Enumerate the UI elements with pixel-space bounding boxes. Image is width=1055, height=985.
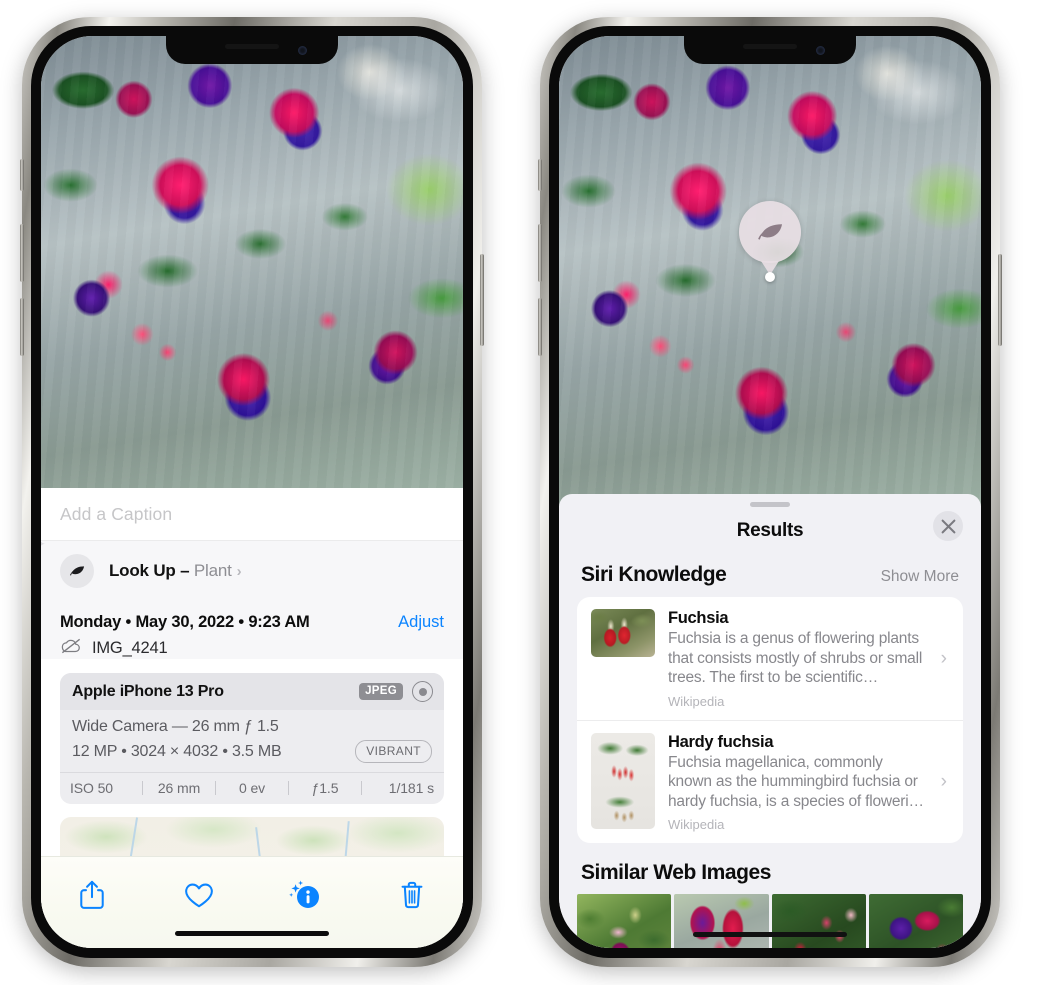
metadata-block: Monday • May 30, 2022 • 9:23 AM Adjust I…	[41, 601, 463, 659]
filename-label: IMG_4241	[92, 639, 168, 657]
chevron-right-icon: ›	[940, 771, 947, 793]
front-camera	[298, 46, 307, 55]
knowledge-card-source: Wikipedia	[668, 693, 725, 709]
left-iphone-device: Add a Caption ✦ ✦ Look Up – Plant›	[20, 17, 484, 967]
similar-web-images-header: Similar Web Images	[559, 843, 981, 894]
home-indicator[interactable]	[175, 931, 329, 936]
web-image-thumbnail[interactable]	[868, 894, 963, 948]
screenshot-stage: Add a Caption ✦ ✦ Look Up – Plant›	[0, 0, 1055, 985]
mute-switch[interactable]	[20, 159, 24, 191]
date-row: Monday • May 30, 2022 • 9:23 AM Adjust	[60, 613, 444, 632]
left-phone-screen: Add a Caption ✦ ✦ Look Up – Plant›	[41, 36, 463, 948]
exif-shutter: 1/181 s	[388, 780, 434, 796]
camera-header-tags: JPEG	[359, 681, 433, 702]
camera-card-header: Apple iPhone 13 Pro JPEG	[60, 673, 444, 710]
right-phone-bezel: Results Siri Knowledge Show More Fuchsia…	[549, 26, 991, 958]
knowledge-card-body: Hardy fuchsia Fuchsia magellanica, commo…	[668, 733, 928, 833]
web-image-thumbnail[interactable]	[674, 894, 769, 948]
power-button[interactable]	[480, 254, 484, 346]
right-phone-screen: Results Siri Knowledge Show More Fuchsia…	[559, 36, 981, 948]
show-more-button[interactable]: Show More	[881, 568, 959, 586]
camera-model: Apple iPhone 13 Pro	[72, 682, 224, 700]
look-up-dash: –	[175, 561, 194, 580]
right-iphone-device: Results Siri Knowledge Show More Fuchsia…	[538, 17, 1002, 967]
knowledge-card-description: Fuchsia magellanica, commonly known as t…	[668, 753, 924, 810]
similar-web-images-strip	[559, 894, 981, 948]
knowledge-thumbnail	[591, 609, 655, 657]
look-up-label: Look Up – Plant ›	[109, 561, 242, 581]
knowledge-card-body: Fuchsia Fuchsia is a genus of flowering …	[668, 609, 928, 709]
size-row: 12 MP • 3024 × 4032 • 3.5 MB VIBRANT	[72, 740, 432, 763]
knowledge-thumbnail	[591, 732, 655, 829]
badge-anchor-dot	[765, 272, 775, 282]
caption-placeholder: Add a Caption	[60, 503, 173, 524]
results-header: Results	[559, 507, 981, 555]
volume-down-button[interactable]	[20, 298, 24, 356]
exif-exposure: 0 ev	[238, 780, 266, 796]
knowledge-card-title: Hardy fuchsia	[668, 732, 774, 751]
sparkle-icon: ✦	[41, 536, 46, 553]
icloud-slash-icon	[60, 638, 82, 659]
knowledge-card[interactable]: Fuchsia Fuchsia is a genus of flowering …	[577, 597, 963, 720]
volume-up-button[interactable]	[538, 224, 542, 282]
visual-lookup-badge[interactable]	[739, 201, 801, 282]
favorite-button[interactable]	[174, 873, 224, 917]
siri-knowledge-title: Siri Knowledge	[581, 563, 727, 586]
leaf-icon	[60, 554, 94, 588]
volume-down-button[interactable]	[538, 298, 542, 356]
notch	[684, 36, 856, 64]
photo-viewer-fuchsia[interactable]	[41, 36, 463, 488]
web-image-thumbnail[interactable]	[771, 894, 866, 948]
power-button[interactable]	[998, 254, 1002, 346]
resolution-size: 12 MP • 3024 × 4032 • 3.5 MB	[72, 742, 282, 760]
exif-aperture: ƒ1.5	[311, 780, 339, 796]
camera-info-card: Apple iPhone 13 Pro JPEG Wide Camera — 2…	[60, 673, 444, 804]
siri-knowledge-header: Siri Knowledge Show More	[559, 555, 981, 597]
info-button[interactable]	[280, 873, 330, 917]
knowledge-card-title: Fuchsia	[668, 609, 729, 627]
look-up-row[interactable]: ✦ ✦ Look Up – Plant›	[41, 536, 463, 601]
capture-date: Monday • May 30, 2022 • 9:23 AM	[60, 613, 310, 631]
mute-switch[interactable]	[538, 159, 542, 191]
home-indicator[interactable]	[693, 932, 847, 937]
exif-iso: ISO 50	[70, 780, 113, 796]
chevron-right-icon: ›	[236, 563, 242, 580]
knowledge-card-source: Wikipedia	[668, 817, 725, 833]
earpiece-speaker	[743, 44, 797, 49]
look-up-subject: Plant	[193, 561, 232, 580]
leaf-icon	[739, 201, 801, 263]
front-camera	[816, 46, 825, 55]
share-button[interactable]	[67, 873, 117, 917]
lens-info: Wide Camera — 26 mm ƒ 1.5	[72, 718, 279, 735]
volume-up-button[interactable]	[20, 224, 24, 282]
knowledge-card-description: Fuchsia is a genus of flowering plants t…	[668, 630, 923, 687]
web-image-thumbnail[interactable]	[577, 894, 672, 948]
results-sheet: Results Siri Knowledge Show More Fuchsia…	[559, 494, 981, 948]
knowledge-card-group: Fuchsia Fuchsia is a genus of flowering …	[577, 597, 963, 844]
format-badge: JPEG	[359, 683, 403, 700]
caption-field-row[interactable]: Add a Caption	[41, 488, 463, 540]
look-up-title: Look Up	[109, 561, 176, 580]
camera-card-body: Wide Camera — 26 mm ƒ 1.5 12 MP • 3024 ×…	[60, 710, 444, 772]
left-phone-bezel: Add a Caption ✦ ✦ Look Up – Plant›	[31, 26, 473, 958]
exif-focal: 26 mm	[157, 780, 201, 796]
notch	[166, 36, 338, 64]
chevron-right-icon: ›	[940, 647, 947, 669]
adjust-button[interactable]: Adjust	[398, 613, 444, 632]
exif-row: ISO 50 26 mm 0 ev ƒ1.5 1/181 s	[60, 772, 444, 804]
earpiece-speaker	[225, 44, 279, 49]
filename-row: IMG_4241	[60, 638, 444, 659]
results-title: Results	[736, 520, 804, 541]
knowledge-card[interactable]: Hardy fuchsia Fuchsia magellanica, commo…	[577, 719, 963, 844]
similar-web-images-title: Similar Web Images	[581, 861, 771, 885]
close-icon[interactable]	[933, 511, 963, 541]
raw-aperture-icon	[412, 681, 433, 702]
delete-button[interactable]	[387, 873, 437, 917]
photographic-style-badge: VIBRANT	[355, 740, 432, 763]
